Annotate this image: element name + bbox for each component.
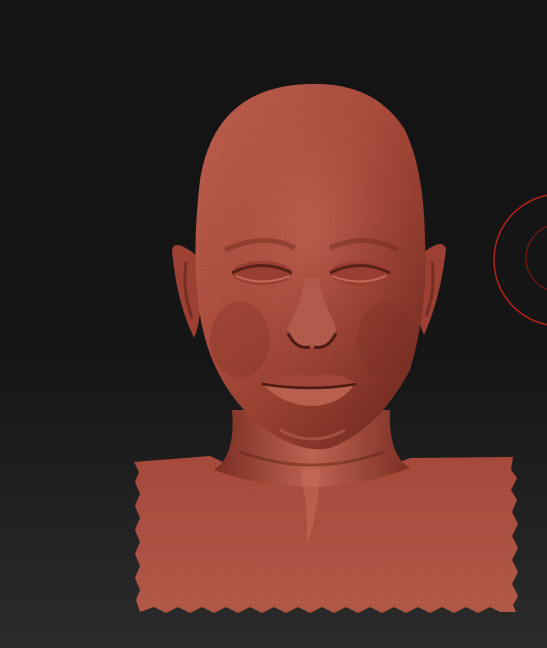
bust-model[interactable] <box>0 0 547 648</box>
sculpt-viewport[interactable] <box>0 0 547 648</box>
